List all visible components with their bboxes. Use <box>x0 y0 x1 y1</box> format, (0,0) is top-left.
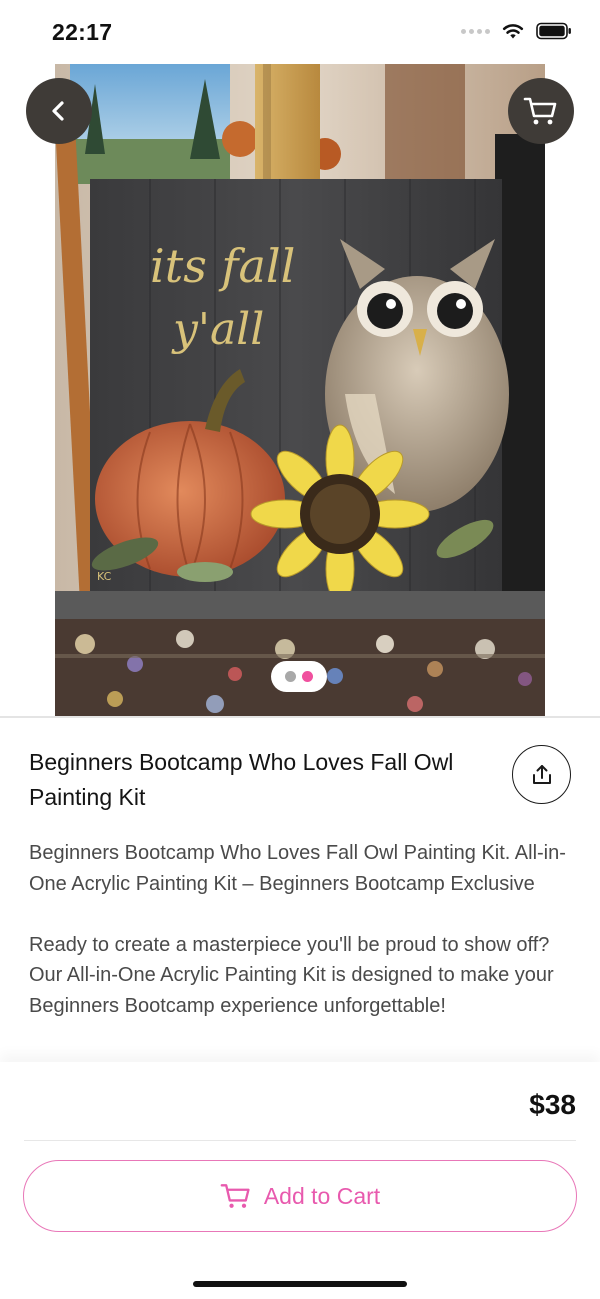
description-paragraph-1: Beginners Bootcamp Who Loves Fall Owl Pa… <box>29 842 566 895</box>
price: $38 <box>529 1089 576 1120</box>
share-button[interactable] <box>512 745 571 804</box>
divider <box>0 716 600 718</box>
description-paragraph-2: Ready to create a masterpiece you'll be … <box>29 933 554 1017</box>
chevron-left-icon <box>52 101 64 121</box>
product-image-carousel[interactable]: its fall y'all KC <box>55 64 545 716</box>
cart-icon <box>220 1184 250 1208</box>
product-description: Beginners Bootcamp Who Loves Fall Owl Pa… <box>29 838 574 1062</box>
product-image: its fall y'all KC <box>55 64 545 716</box>
cart-button[interactable] <box>508 78 574 144</box>
add-to-cart-button[interactable]: Add to Cart <box>23 1160 577 1232</box>
wifi-icon <box>502 24 524 39</box>
page-dot-inactive[interactable] <box>285 671 296 682</box>
carousel-page-indicator <box>271 661 327 692</box>
home-indicator[interactable] <box>193 1281 407 1287</box>
artwork-lettering-line2: y'all <box>171 304 264 355</box>
cart-icon <box>523 97 557 125</box>
status-icons <box>461 22 572 40</box>
artwork-lettering-line1: its fall <box>150 239 295 293</box>
page-dot-active[interactable] <box>302 671 313 682</box>
signal-dots-icon <box>461 28 490 34</box>
artwork-signature: KC <box>97 570 112 583</box>
status-time: 22:17 <box>52 19 113 45</box>
purchase-panel: $38 Add to Cart <box>0 1062 600 1299</box>
add-to-cart-label: Add to Cart <box>263 1182 381 1209</box>
divider <box>24 1140 576 1141</box>
back-button[interactable] <box>26 78 92 144</box>
status-bar: 22:17 <box>0 0 600 64</box>
battery-icon <box>536 22 571 40</box>
share-icon <box>532 764 551 784</box>
product-title: Beginners Bootcamp Who Loves Fall Owl Pa… <box>29 749 454 810</box>
